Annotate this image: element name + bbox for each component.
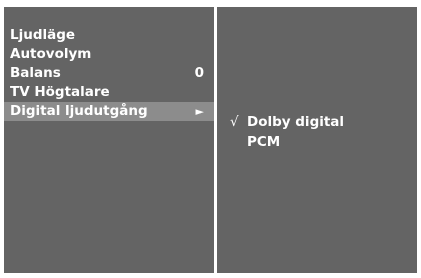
menu-item-label: Balans [10,65,61,81]
submenu-option-pcm[interactable]: PCM [217,132,417,152]
menu-item-balans[interactable]: Balans 0 [4,64,214,83]
checkmark-icon: √ [230,114,239,130]
audio-menu: Ljudläge Autovolym Balans 0 TV Högtalare… [4,7,417,273]
submenu-option-dolby-digital[interactable]: √ Dolby digital [217,112,417,132]
menu-item-tv-hogtalare[interactable]: TV Högtalare [4,83,214,102]
submenu-list: √ Dolby digital PCM [217,112,417,152]
menu-item-label: Digital ljudutgång [10,103,148,119]
menu-item-autovolym[interactable]: Autovolym [4,45,214,64]
menu-item-label: TV Högtalare [10,84,110,100]
arrow-right-icon: ► [195,105,204,118]
menu-list: Ljudläge Autovolym Balans 0 TV Högtalare… [4,26,214,121]
submenu-option-label: PCM [247,134,281,150]
menu-item-label: Ljudläge [10,27,76,43]
submenu-panel: √ Dolby digital PCM [217,7,417,273]
balance-value: 0 [194,65,204,81]
main-menu-panel: Ljudläge Autovolym Balans 0 TV Högtalare… [4,7,214,273]
menu-item-ljudlage[interactable]: Ljudläge [4,26,214,45]
menu-item-digital-ljudutgang[interactable]: Digital ljudutgång ► [4,102,214,121]
menu-item-label: Autovolym [10,46,92,62]
submenu-option-label: Dolby digital [247,114,345,130]
